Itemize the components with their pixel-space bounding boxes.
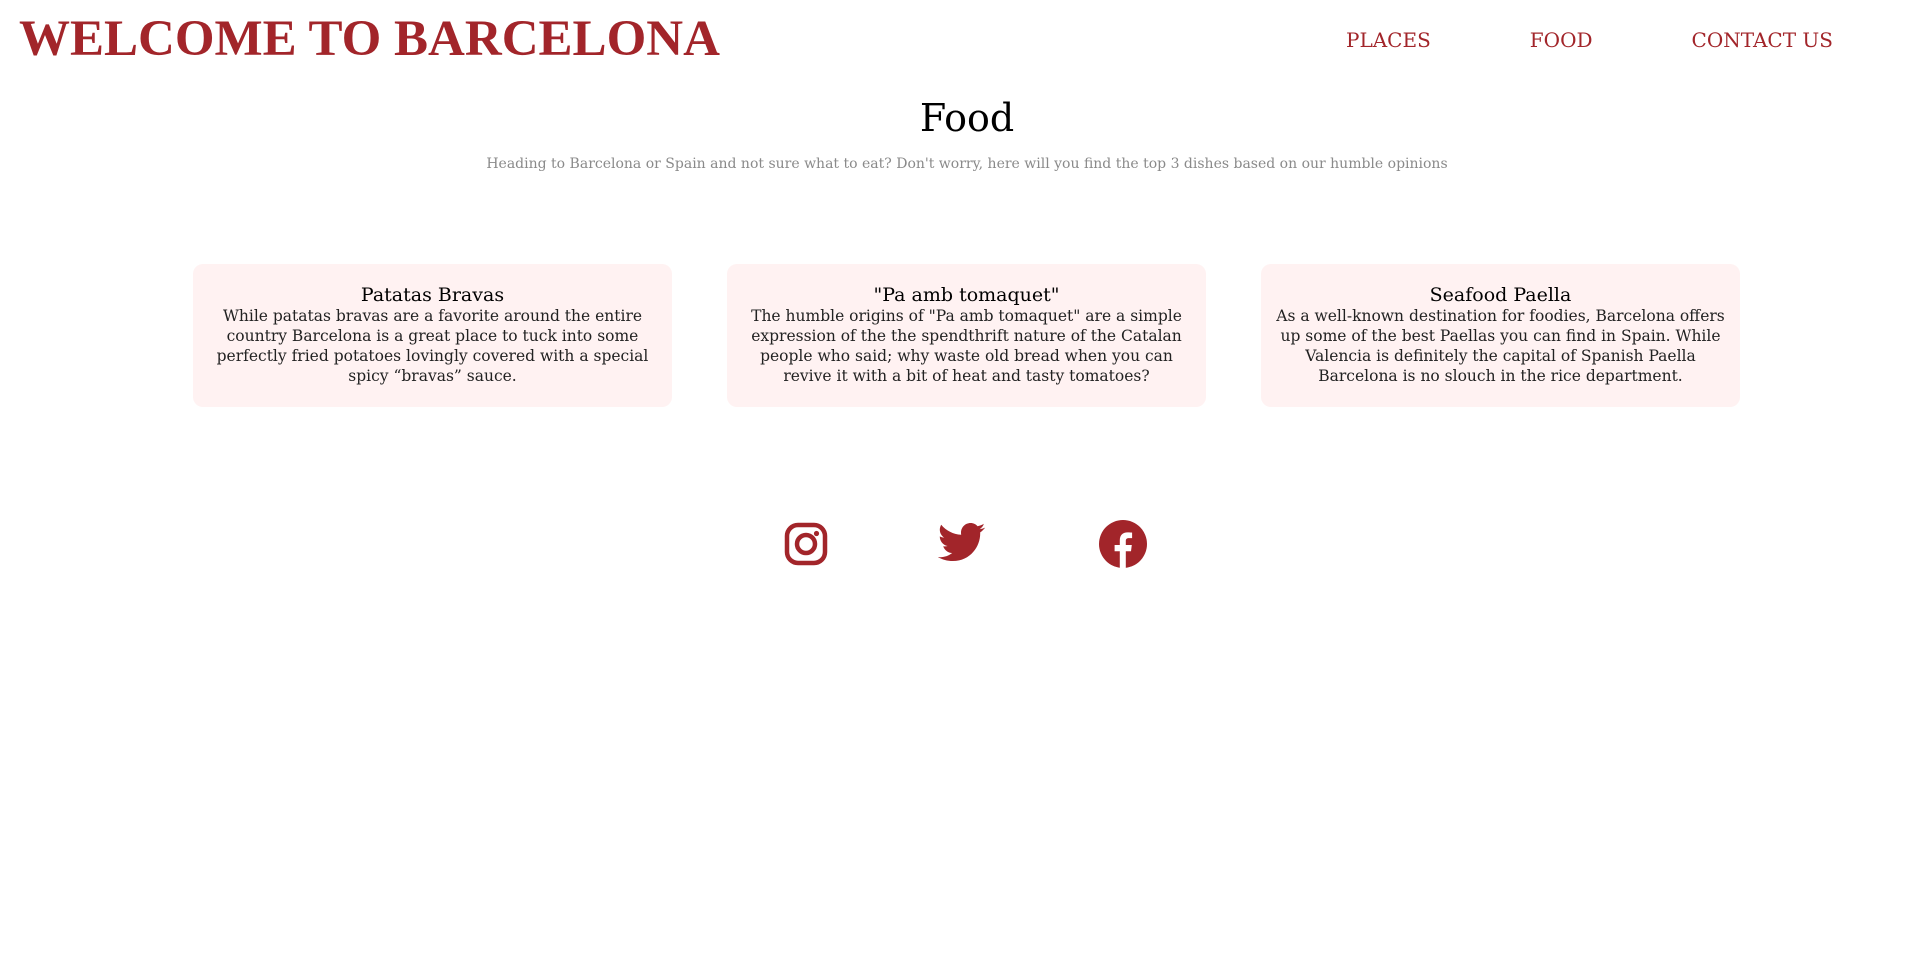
page-title: Food	[919, 96, 1015, 140]
social-links	[0, 520, 1920, 580]
twitter-icon[interactable]	[937, 523, 986, 567]
nav-link-places[interactable]: PLACES	[1346, 28, 1431, 52]
dish-card-seafood-paella: Seafood Paella As a well-known destinati…	[1261, 264, 1740, 407]
dish-card-title: Seafood Paella	[1429, 284, 1572, 306]
facebook-icon[interactable]	[1099, 520, 1147, 572]
dish-card-patatas-bravas: Patatas Bravas While patatas bravas are …	[193, 264, 672, 407]
dish-card-title: Patatas Bravas	[360, 284, 505, 306]
dish-card-text: While patatas bravas are a favorite arou…	[216, 307, 649, 385]
nav-link-food[interactable]: FOOD	[1530, 28, 1593, 52]
page-subtitle: Heading to Barcelona or Spain and not su…	[486, 156, 1448, 172]
main-nav: PLACES FOOD CONTACT US	[1346, 28, 1833, 52]
site-title: WELCOME TO BARCELONA	[19, 11, 720, 67]
site-header: WELCOME TO BARCELONA PLACES FOOD CONTACT…	[0, 0, 1920, 80]
dish-card-pa-amb-tomaquet: "Pa amb tomaquet" The humble origins of …	[727, 264, 1206, 407]
dish-card-text: The humble origins of "Pa amb tomaquet" …	[751, 307, 1182, 385]
dish-card-text: As a well-known destination for foodies,…	[1276, 307, 1725, 385]
dish-cards: Patatas Bravas While patatas bravas are …	[193, 264, 1740, 407]
dish-card-title: "Pa amb tomaquet"	[873, 284, 1060, 306]
nav-link-contact-us[interactable]: CONTACT US	[1692, 28, 1833, 52]
instagram-icon[interactable]	[784, 522, 828, 570]
